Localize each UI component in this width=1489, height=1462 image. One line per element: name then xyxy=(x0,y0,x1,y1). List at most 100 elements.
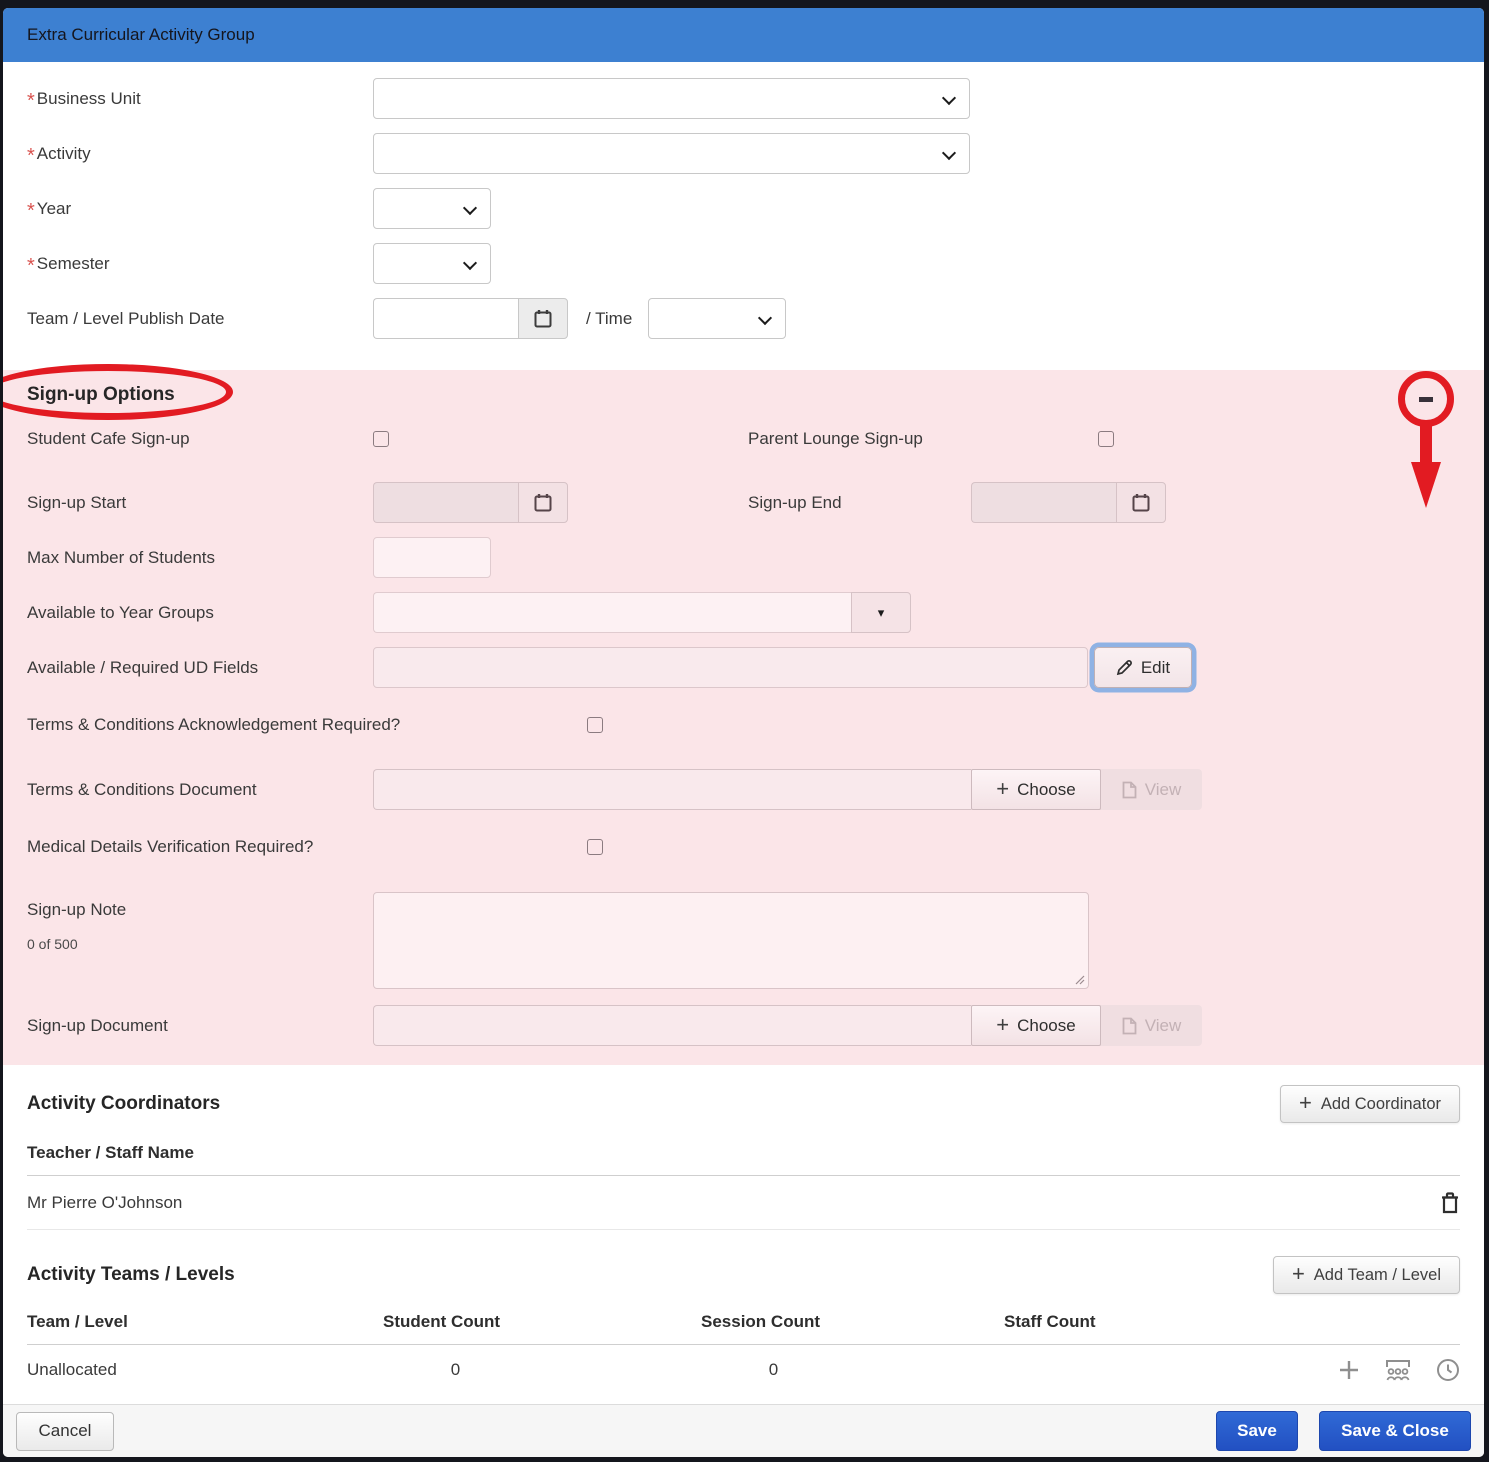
col-staff-count: Staff Count xyxy=(1004,1312,1104,1332)
dialog-footer: Cancel Save Save & Close xyxy=(3,1404,1484,1457)
signup-start-calendar-button[interactable] xyxy=(518,482,568,523)
calendar-icon xyxy=(1132,493,1150,512)
chevron-down-icon xyxy=(942,91,956,105)
edit-ud-fields-button[interactable]: Edit xyxy=(1094,647,1192,688)
signup-note-row: Sign-up Note 0 of 500 xyxy=(27,892,1460,989)
medical-label: Medical Details Verification Required? xyxy=(27,837,587,857)
signup-note-counter: 0 of 500 xyxy=(27,936,373,952)
file-icon xyxy=(1122,781,1137,799)
parent-lounge-checkbox[interactable] xyxy=(1098,431,1114,447)
signup-options-section: Sign-up Options Student Cafe Sign-up Par… xyxy=(3,370,1484,1065)
save-button[interactable]: Save xyxy=(1216,1411,1298,1451)
save-close-button[interactable]: Save & Close xyxy=(1319,1411,1471,1451)
student-cafe-checkbox[interactable] xyxy=(373,431,389,447)
coordinators-heading: Activity Coordinators xyxy=(27,1093,220,1115)
semester-select[interactable] xyxy=(373,243,491,284)
medical-checkbox[interactable] xyxy=(587,839,603,855)
year-groups-row: Available to Year Groups ▾ xyxy=(27,592,1460,633)
team-name: Unallocated xyxy=(27,1360,383,1380)
col-session-count: Session Count xyxy=(701,1312,846,1332)
ud-fields-input[interactable] xyxy=(373,647,1088,688)
trash-icon xyxy=(1440,1191,1460,1215)
max-students-input[interactable] xyxy=(373,537,491,578)
signup-end-calendar-button[interactable] xyxy=(1116,482,1166,523)
sessions-schedule-button[interactable] xyxy=(1436,1358,1460,1382)
group-icon xyxy=(1384,1358,1412,1382)
year-label: Year xyxy=(37,199,71,218)
required-marker: * xyxy=(27,255,35,277)
tc-document-row: Terms & Conditions Document + Choose Vie… xyxy=(27,769,1460,810)
annotation-arrow-head-icon xyxy=(1411,462,1441,508)
activity-select[interactable] xyxy=(373,133,970,174)
coordinator-row: Mr Pierre O'Johnson xyxy=(27,1176,1460,1229)
business-unit-label: Business Unit xyxy=(37,89,141,108)
tc-ack-row: Terms & Conditions Acknowledgement Requi… xyxy=(27,714,1460,736)
plus-icon: + xyxy=(1292,1263,1305,1285)
add-session-button[interactable] xyxy=(1338,1359,1360,1381)
chevron-down-icon xyxy=(463,256,477,270)
signup-note-textarea[interactable] xyxy=(373,892,1089,989)
signup-start-input[interactable] xyxy=(373,482,518,523)
max-students-label: Max Number of Students xyxy=(27,548,373,568)
parent-lounge-label: Parent Lounge Sign-up xyxy=(748,429,1098,449)
team-row: Unallocated 0 0 xyxy=(27,1345,1460,1395)
year-row: *Year xyxy=(27,188,1460,229)
signup-document-view-button[interactable]: View xyxy=(1101,1005,1202,1046)
tc-document-input[interactable] xyxy=(373,769,971,810)
team-session-count: 0 xyxy=(701,1360,846,1380)
publish-time-select[interactable] xyxy=(648,298,786,339)
signup-start-label: Sign-up Start xyxy=(27,493,373,513)
delete-coordinator-button[interactable] xyxy=(1440,1191,1460,1215)
signup-note-label: Sign-up Note xyxy=(27,900,373,920)
file-icon xyxy=(1122,1017,1137,1035)
medical-row: Medical Details Verification Required? xyxy=(27,836,1460,858)
calendar-icon xyxy=(534,493,552,512)
activity-row: *Activity xyxy=(27,133,1460,174)
cancel-button[interactable]: Cancel xyxy=(16,1412,114,1451)
year-groups-dropdown-button[interactable]: ▾ xyxy=(851,592,911,633)
business-unit-row: *Business Unit xyxy=(27,78,1460,119)
coordinators-column-header: Teacher / Staff Name xyxy=(27,1143,1460,1163)
required-marker: * xyxy=(27,90,35,112)
annotation-arrow-shaft xyxy=(1420,425,1432,463)
tc-document-choose-button[interactable]: + Choose xyxy=(971,769,1101,810)
allocate-students-button[interactable] xyxy=(1384,1358,1412,1382)
teams-column-headers: Team / Level Student Count Session Count… xyxy=(27,1312,1460,1332)
ud-fields-label: Available / Required UD Fields xyxy=(27,658,373,678)
chevron-down-icon xyxy=(942,146,956,160)
max-students-row: Max Number of Students xyxy=(27,537,1460,578)
dialog-header: Extra Curricular Activity Group xyxy=(3,8,1484,62)
bottom-sections: Activity Coordinators + Add Coordinator … xyxy=(3,1065,1484,1403)
clock-icon xyxy=(1436,1358,1460,1382)
publish-date-calendar-button[interactable] xyxy=(518,298,568,339)
tc-document-view-button[interactable]: View xyxy=(1101,769,1202,810)
chevron-down-icon xyxy=(463,201,477,215)
teams-heading: Activity Teams / Levels xyxy=(27,1264,235,1286)
chevron-down-icon xyxy=(758,311,772,325)
add-coordinator-button[interactable]: + Add Coordinator xyxy=(1280,1085,1460,1123)
tc-ack-checkbox[interactable] xyxy=(587,717,603,733)
year-select[interactable] xyxy=(373,188,491,229)
add-team-level-button[interactable]: + Add Team / Level xyxy=(1273,1256,1460,1294)
required-marker: * xyxy=(27,200,35,222)
dialog-title: Extra Curricular Activity Group xyxy=(27,25,255,45)
semester-label: Semester xyxy=(37,254,110,273)
year-groups-input[interactable] xyxy=(373,592,851,633)
signup-document-choose-button[interactable]: + Choose xyxy=(971,1005,1101,1046)
activity-label: Activity xyxy=(37,144,91,163)
signup-document-row: Sign-up Document + Choose View xyxy=(27,1005,1460,1046)
signup-end-label: Sign-up End xyxy=(748,493,971,513)
coordinators-header: Activity Coordinators + Add Coordinator xyxy=(27,1085,1460,1123)
divider xyxy=(27,1229,1460,1230)
dropdown-arrow-icon: ▾ xyxy=(878,605,885,621)
publish-date-input[interactable] xyxy=(373,298,518,339)
team-student-count: 0 xyxy=(383,1360,528,1380)
signup-document-input[interactable] xyxy=(373,1005,971,1046)
publish-date-label: Team / Level Publish Date xyxy=(27,309,373,329)
business-unit-select[interactable] xyxy=(373,78,970,119)
signup-end-input[interactable] xyxy=(971,482,1116,523)
signup-dates-row: Sign-up Start Sign-up End xyxy=(27,482,1460,523)
main-form: *Business Unit *Activity *Year *Semester… xyxy=(3,62,1484,370)
plus-icon: + xyxy=(996,1014,1009,1036)
resize-grip-icon[interactable] xyxy=(1075,975,1085,985)
